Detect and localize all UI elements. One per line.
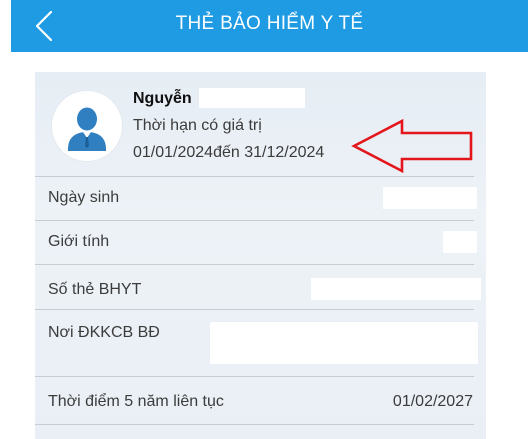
redacted-name	[199, 88, 305, 108]
five-year-value: 01/02/2027	[392, 393, 473, 410]
page-title: THẺ BẢO HIỂM Y TẾ	[175, 13, 364, 34]
dob-label: Ngày sinh	[48, 189, 120, 206]
redacted-card-number	[311, 278, 481, 300]
gender-label: Giới tính	[48, 233, 110, 250]
redacted-dob	[383, 187, 477, 209]
redacted-gender	[443, 231, 477, 253]
redacted-clinic	[210, 322, 478, 364]
divider	[35, 264, 474, 265]
divider	[35, 176, 474, 177]
header-bar: THẺ BẢO HIỂM Y TẾ	[11, 0, 528, 52]
five-year-label: Thời điểm 5 năm liên tục	[48, 393, 224, 410]
holder-name: Nguyễn	[133, 90, 192, 107]
validity-range: 01/01/2024đến 31/12/2024	[133, 144, 325, 161]
divider	[35, 309, 474, 310]
divider	[35, 220, 474, 221]
validity-label: Thời hạn có giá trị	[133, 117, 262, 134]
user-avatar-icon	[52, 91, 122, 161]
divider	[35, 376, 474, 377]
divider	[35, 424, 474, 425]
clinic-label: Nơi ĐKKCB BĐ	[48, 324, 160, 341]
holder-name-row: Nguyễn	[133, 89, 192, 111]
card-number-label: Số thẻ BHYT	[48, 281, 142, 298]
annotation-arrow-icon	[351, 118, 473, 174]
